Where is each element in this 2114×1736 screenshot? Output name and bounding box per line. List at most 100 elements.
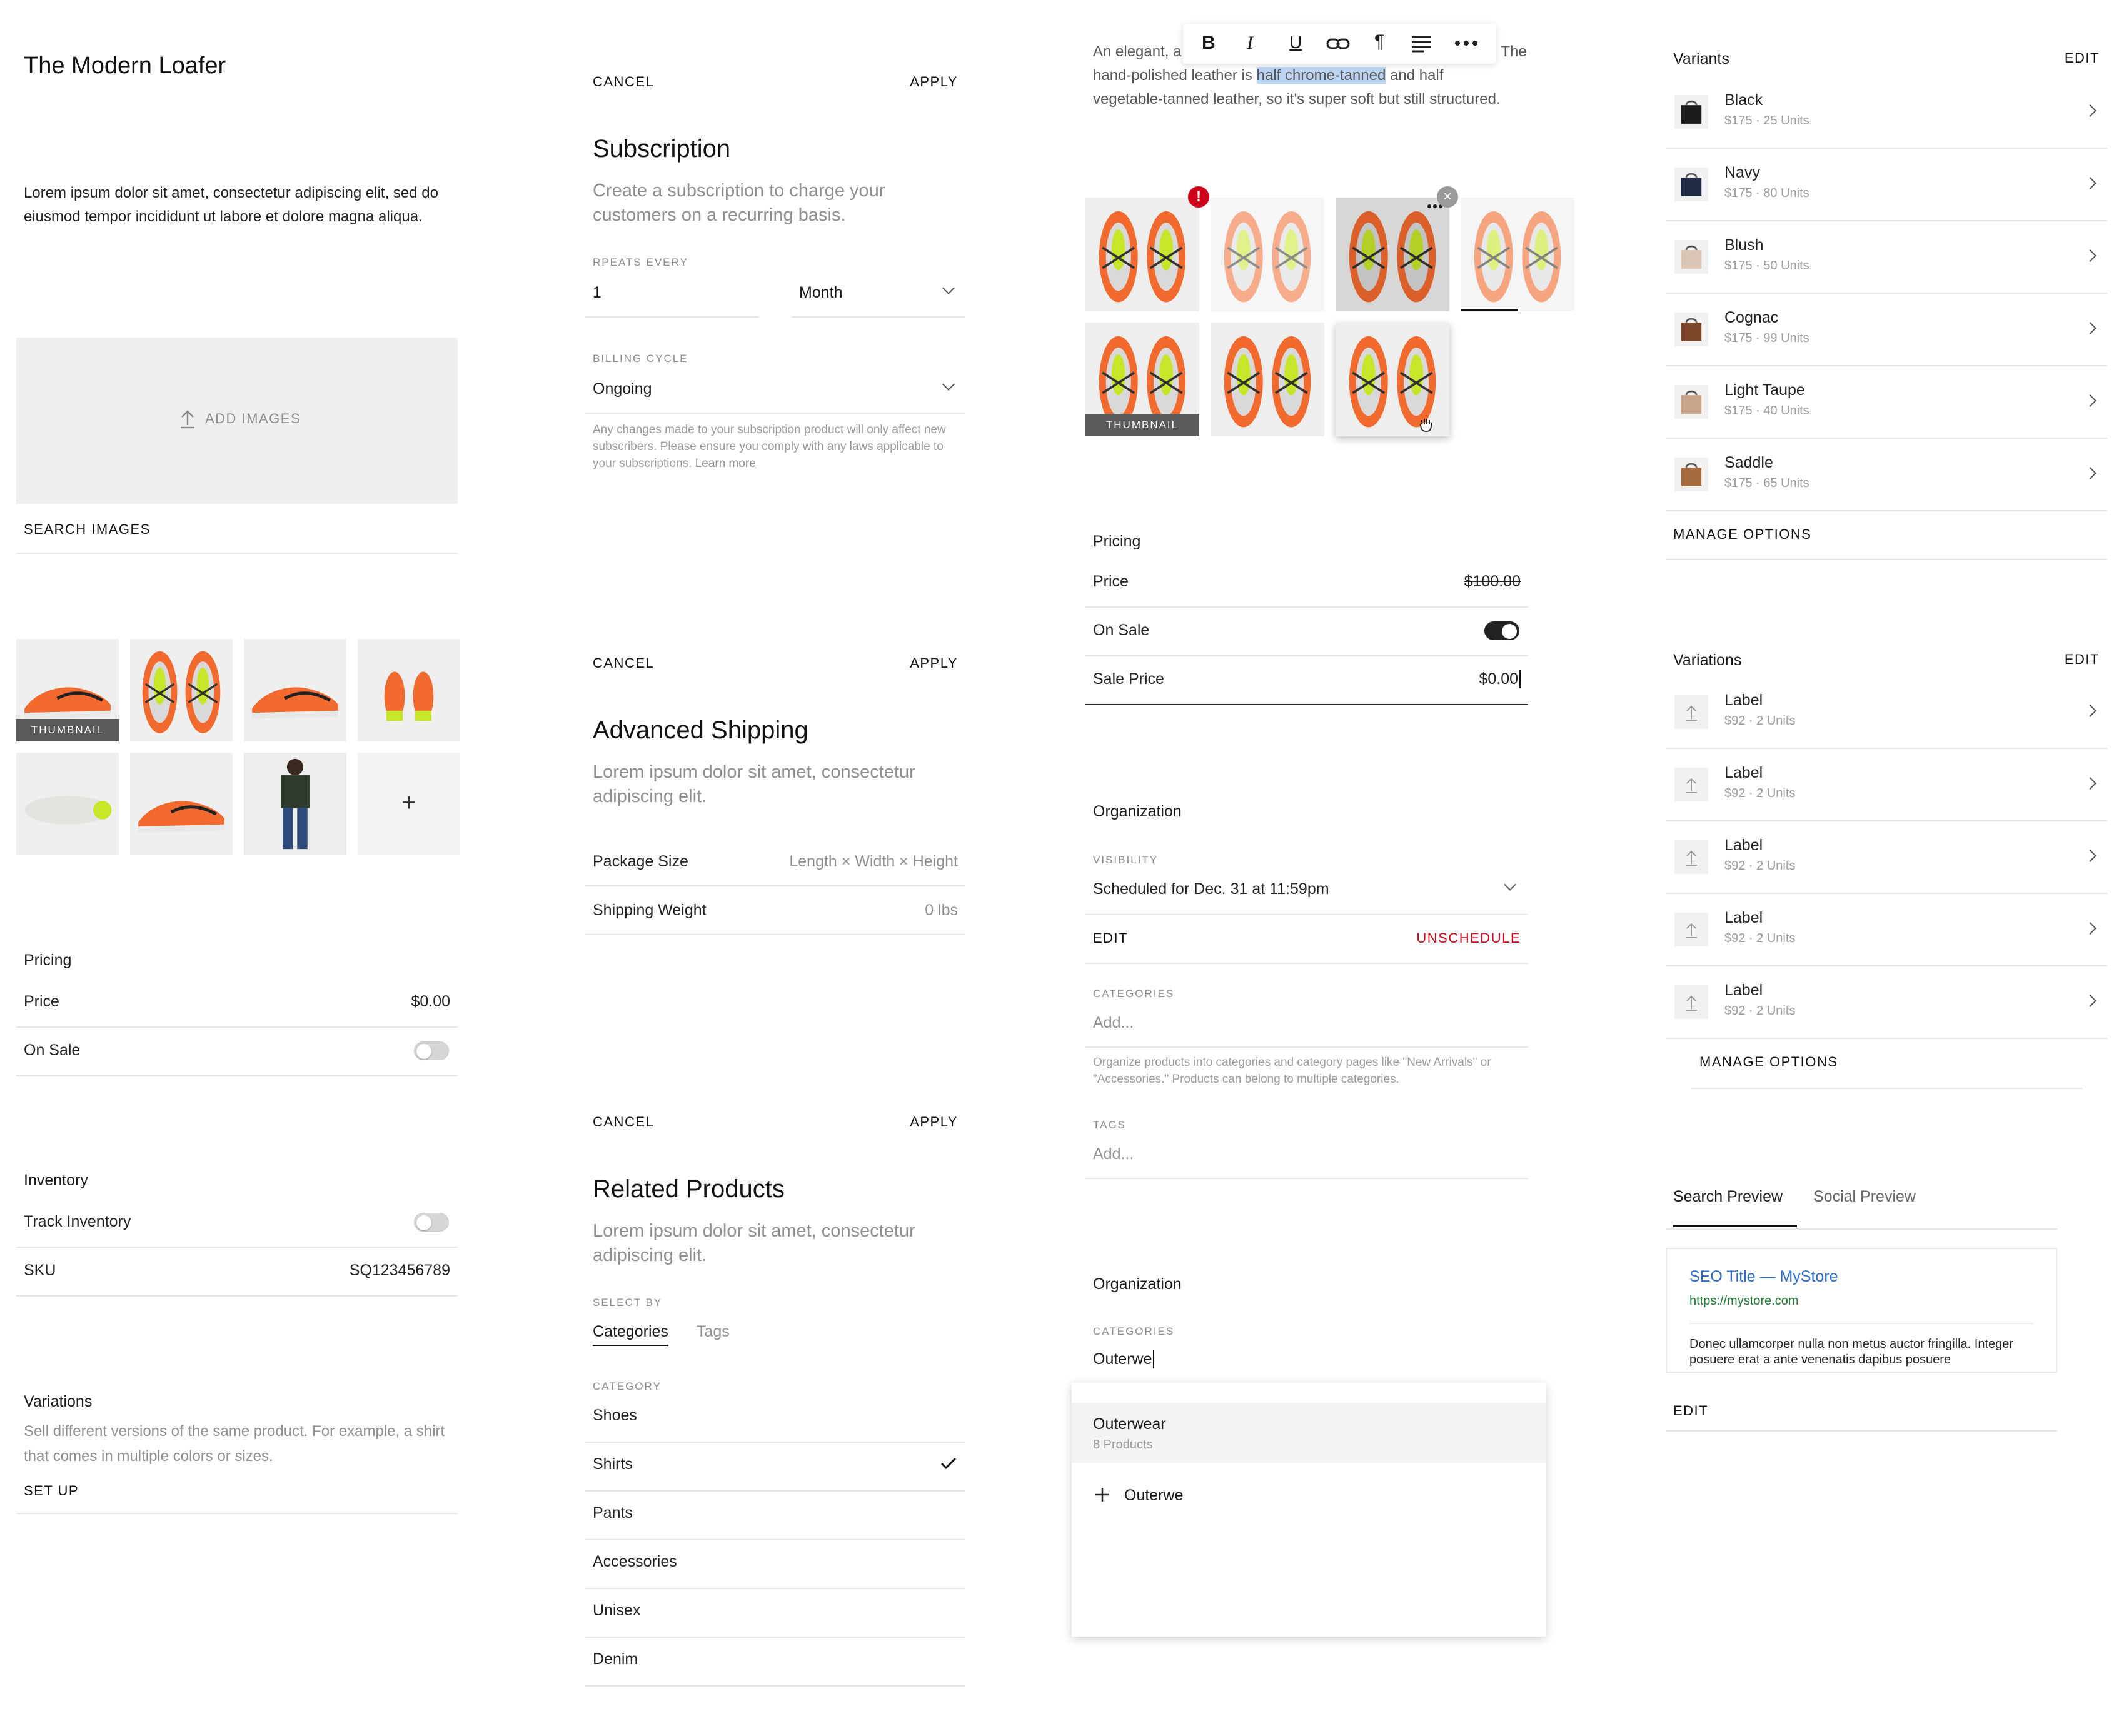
seo-edit-button[interactable]: EDIT: [1666, 1385, 2057, 1432]
variant-row[interactable]: Light Taupe $175 · 40 Units: [1666, 366, 2107, 439]
apply-button[interactable]: APPLY: [910, 1114, 958, 1130]
price-value[interactable]: $100.00: [1464, 573, 1521, 591]
sale-price-input[interactable]: $0.00: [1479, 670, 1521, 688]
underline-button[interactable]: U: [1289, 33, 1302, 53]
tab-search-preview[interactable]: Search Preview: [1673, 1188, 1797, 1227]
variant-row[interactable]: Saddle $175 · 65 Units: [1666, 439, 2107, 511]
add-images-dropzone[interactable]: ADD IMAGES: [16, 338, 458, 504]
variation-row[interactable]: Label $92 · 2 Units: [1666, 821, 2107, 894]
price-value[interactable]: $0.00: [411, 993, 450, 1011]
selected-text[interactable]: half chrome-tanned: [1256, 67, 1386, 84]
cancel-button[interactable]: CANCEL: [593, 1114, 654, 1130]
sku-value[interactable]: SQ123456789: [350, 1262, 450, 1280]
product-image[interactable]: [358, 639, 460, 741]
variants-edit-button[interactable]: EDIT: [2065, 50, 2100, 66]
product-description[interactable]: Lorem ipsum dolor sit amet, consectetur …: [24, 181, 449, 229]
set-up-button[interactable]: SET UP: [16, 1470, 458, 1514]
inventory-heading: Inventory: [24, 1172, 88, 1189]
sku-row[interactable]: SKU SQ123456789: [16, 1248, 458, 1297]
manage-options-button[interactable]: MANAGE OPTIONS: [1691, 1039, 2082, 1089]
apply-button[interactable]: APPLY: [910, 655, 958, 671]
product-image[interactable]: [1211, 323, 1324, 436]
price-row[interactable]: Price $100.00: [1085, 559, 1528, 608]
product-image[interactable]: [130, 639, 233, 741]
add-image-tile[interactable]: +: [358, 753, 460, 855]
sale-price-row[interactable]: Sale Price $0.00: [1085, 656, 1528, 705]
product-image-error[interactable]: [1211, 198, 1324, 311]
category-item-pants[interactable]: Pants: [585, 1492, 965, 1540]
learn-more-link[interactable]: Learn more: [695, 457, 756, 470]
category-label: CATEGORY: [593, 1380, 662, 1392]
category-item-unisex[interactable]: Unisex: [585, 1589, 965, 1638]
package-size-placeholder[interactable]: Length × Width × Height: [789, 853, 958, 871]
visibility-label: VISIBILITY: [1093, 854, 1159, 866]
variant-meta: $175 · 25 Units: [1724, 114, 1809, 128]
cancel-button[interactable]: CANCEL: [593, 655, 654, 671]
category-item-shoes[interactable]: Shoes: [585, 1394, 965, 1443]
variant-meta: $175 · 40 Units: [1724, 404, 1809, 418]
product-image-thumbnail[interactable]: THUMBNAIL: [1085, 323, 1199, 436]
product-image-thumbnail[interactable]: THUMBNAIL: [16, 639, 119, 741]
cancel-button[interactable]: CANCEL: [593, 74, 654, 90]
variants-heading: Variants: [1673, 50, 1729, 68]
edit-button[interactable]: EDIT: [1093, 930, 1128, 946]
visibility-select[interactable]: Scheduled for Dec. 31 at 11:59pm: [1085, 866, 1528, 915]
create-category-item[interactable]: Outerwe: [1072, 1473, 1546, 1523]
categories-input[interactable]: Outerwe: [1093, 1350, 1155, 1368]
price-row[interactable]: Price $0.00: [16, 979, 458, 1028]
italic-button[interactable]: I: [1247, 33, 1253, 54]
manage-options-button[interactable]: MANAGE OPTIONS: [1666, 511, 2107, 560]
product-image[interactable]: [244, 639, 346, 741]
product-image-dragging[interactable]: [1461, 198, 1574, 311]
variation-row[interactable]: Label $92 · 2 Units: [1666, 966, 2107, 1039]
variant-row[interactable]: Navy $175 · 80 Units: [1666, 149, 2107, 221]
seo-title[interactable]: SEO Title — MyStore: [1689, 1268, 1838, 1286]
search-images-button[interactable]: SEARCH IMAGES: [16, 504, 458, 554]
category-item-denim[interactable]: Denim: [585, 1638, 965, 1687]
link-icon[interactable]: [1326, 35, 1351, 53]
more-icon[interactable]: [1454, 40, 1478, 46]
tab-tags[interactable]: Tags: [697, 1323, 730, 1341]
paragraph-button[interactable]: ¶: [1374, 31, 1384, 53]
categories-input[interactable]: Add...: [1085, 1003, 1528, 1048]
variant-row[interactable]: Blush $175 · 50 Units: [1666, 221, 2107, 294]
tab-social-preview[interactable]: Social Preview: [1813, 1188, 1916, 1206]
on-sale-toggle[interactable]: [1484, 621, 1519, 640]
package-size-row[interactable]: Package Size Length × Width × Height: [585, 838, 965, 886]
unschedule-button[interactable]: UNSCHEDULE: [1416, 930, 1521, 946]
variations-edit-button[interactable]: EDIT: [2065, 651, 2100, 668]
remove-image-icon[interactable]: ×: [1437, 186, 1458, 208]
product-title[interactable]: The Modern Loafer: [24, 53, 226, 79]
billing-cycle-select[interactable]: Ongoing: [585, 366, 965, 414]
chevron-right-icon: [2084, 995, 2096, 1007]
shipping-weight-row[interactable]: Shipping Weight 0 lbs: [585, 886, 965, 935]
repeats-label: RPEATS EVERY: [593, 256, 688, 268]
product-image[interactable]: [244, 753, 346, 855]
tab-categories[interactable]: Categories: [593, 1323, 668, 1346]
product-image-hovered[interactable]: [1336, 198, 1449, 311]
align-icon[interactable]: [1411, 35, 1432, 53]
variation-meta: $92 · 2 Units: [1724, 859, 1796, 873]
product-image[interactable]: [1085, 198, 1199, 311]
repeats-input[interactable]: 1: [585, 270, 759, 318]
shipping-weight-placeholder[interactable]: 0 lbs: [925, 901, 958, 920]
variant-row[interactable]: Black $175 · 25 Units: [1666, 76, 2107, 149]
period-select[interactable]: Month: [792, 270, 965, 318]
text-line-3: vegetable-tanned leather, so it's super …: [1093, 91, 1501, 108]
suggestion-item[interactable]: Outerwear 8 Products: [1072, 1403, 1546, 1463]
track-inventory-toggle[interactable]: [414, 1213, 449, 1232]
variation-row[interactable]: Label $92 · 2 Units: [1666, 749, 2107, 821]
category-item-shirts[interactable]: Shirts: [585, 1443, 965, 1492]
product-image[interactable]: [130, 753, 233, 855]
variant-row[interactable]: Cognac $175 · 99 Units: [1666, 294, 2107, 366]
track-inventory-label: Track Inventory: [24, 1213, 131, 1230]
bold-button[interactable]: B: [1202, 33, 1216, 54]
on-sale-toggle[interactable]: [414, 1041, 449, 1060]
category-item-accessories[interactable]: Accessories: [585, 1540, 965, 1589]
variation-row[interactable]: Label $92 · 2 Units: [1666, 894, 2107, 966]
variation-row[interactable]: Label $92 · 2 Units: [1666, 676, 2107, 749]
tags-input[interactable]: Add...: [1085, 1134, 1528, 1179]
apply-button[interactable]: APPLY: [910, 74, 958, 90]
product-image[interactable]: [16, 753, 119, 855]
text-fragment: An elegant, a: [1093, 43, 1182, 60]
